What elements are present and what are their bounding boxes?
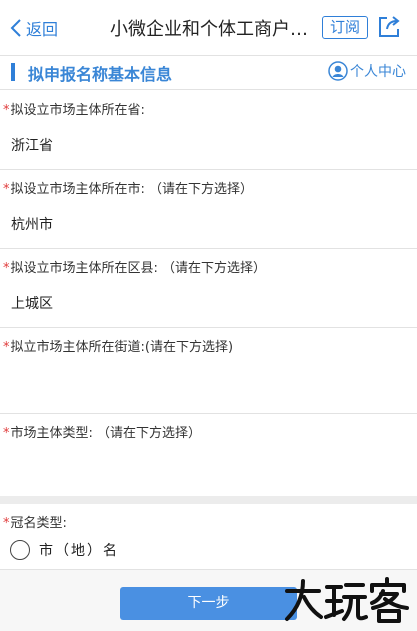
back-button[interactable]: 返回 xyxy=(10,16,58,40)
street-label: *拟立市场主体所在街道:(请在下方选择) xyxy=(3,336,233,355)
required-mark: * xyxy=(3,182,10,197)
required-mark: * xyxy=(3,426,10,441)
district-label: *拟设立市场主体所在区县: （请在下方选择） xyxy=(3,257,266,276)
required-mark: * xyxy=(3,261,10,276)
entity-type-label: *市场主体类型: （请在下方选择） xyxy=(3,422,201,441)
user-center-label: 个人中心 xyxy=(350,64,406,80)
required-mark: * xyxy=(3,103,10,118)
province-label: *拟设立市场主体所在省: xyxy=(3,99,145,118)
section-divider xyxy=(0,496,417,504)
city-label: *拟设立市场主体所在市: （请在下方选择） xyxy=(3,178,253,197)
city-label-text: 拟设立市场主体所在市: （请在下方选择） xyxy=(10,182,254,197)
province-field[interactable]: *拟设立市场主体所在省: 浙江省 xyxy=(0,91,417,170)
watermark-logo xyxy=(285,577,409,623)
entity-type-field[interactable]: *市场主体类型: （请在下方选择） xyxy=(0,414,417,496)
back-label: 返回 xyxy=(26,20,59,39)
street-label-text: 拟立市场主体所在街道:(请在下方选择) xyxy=(10,340,234,355)
radio-button[interactable] xyxy=(10,540,30,560)
entity-type-label-text: 市场主体类型: （请在下方选择） xyxy=(10,426,202,441)
district-value[interactable]: 上城区 xyxy=(11,293,53,313)
district-label-text: 拟设立市场主体所在区县: （请在下方选择） xyxy=(10,261,267,276)
page-title: 小微企业和个体工商户… xyxy=(110,19,308,40)
required-mark: * xyxy=(3,516,10,531)
city-field[interactable]: *拟设立市场主体所在市: （请在下方选择） 杭州市 xyxy=(0,170,417,249)
district-field[interactable]: *拟设立市场主体所在区县: （请在下方选择） 上城区 xyxy=(0,249,417,328)
nav-bar: 返回 小微企业和个体工商户… 订阅 xyxy=(0,0,417,56)
required-mark: * xyxy=(3,340,10,355)
crown-type-label-text: 冠名类型: xyxy=(10,516,67,531)
province-value[interactable]: 浙江省 xyxy=(11,135,53,155)
share-icon[interactable] xyxy=(376,14,402,40)
crown-type-label: *冠名类型: xyxy=(3,512,67,531)
crown-option-city[interactable]: 市（地）名 xyxy=(10,540,119,560)
next-step-button[interactable]: 下一步 xyxy=(120,587,297,620)
subscribe-button[interactable]: 订阅 xyxy=(322,16,368,39)
crown-option-label: 市（地）名 xyxy=(39,543,119,559)
user-icon xyxy=(328,61,348,81)
user-center-link[interactable]: 个人中心 xyxy=(328,61,406,81)
city-value[interactable]: 杭州市 xyxy=(11,214,53,234)
section-header: 拟申报名称基本信息 个人中心 xyxy=(0,57,417,90)
street-field[interactable]: *拟立市场主体所在街道:(请在下方选择) xyxy=(0,328,417,414)
section-title: 拟申报名称基本信息 xyxy=(28,65,173,84)
section-accent-bar xyxy=(11,63,15,81)
chevron-left-icon xyxy=(10,19,21,37)
province-label-text: 拟设立市场主体所在省: xyxy=(10,103,145,118)
